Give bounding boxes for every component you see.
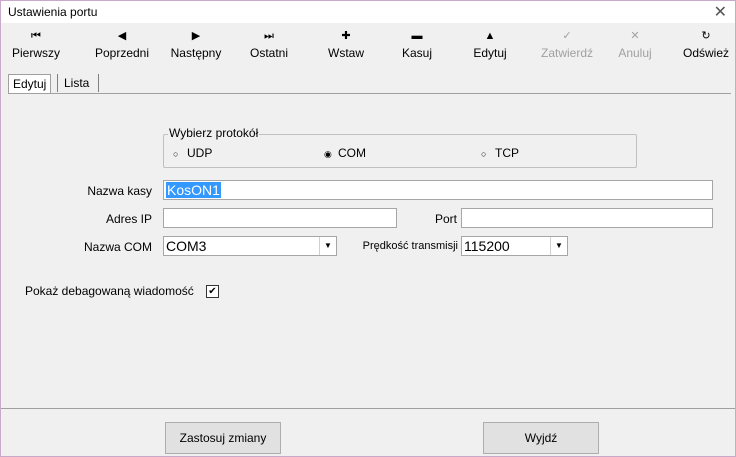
apply-changes-button[interactable]: Zastosuj zmiany	[165, 422, 281, 454]
confirm-icon: ✓	[562, 30, 572, 42]
com-value: COM3	[166, 238, 207, 254]
exit-button[interactable]: Wyjdź	[483, 422, 599, 454]
delete-label: Kasuj	[401, 46, 433, 60]
insert-button[interactable]: ✚ Wstaw	[323, 23, 369, 71]
port-label: Port	[434, 212, 457, 226]
delete-icon: ▬	[411, 30, 423, 42]
radio-udp[interactable]: ○ UDP	[173, 146, 212, 160]
next-icon: ▶	[191, 30, 201, 42]
previous-icon: ◀	[117, 30, 127, 42]
com-dropdown[interactable]: COM3 ▼	[163, 236, 337, 256]
cancel-icon: ✕	[630, 30, 640, 42]
speed-value: 115200	[464, 238, 510, 254]
tab-list[interactable]: Lista	[60, 74, 93, 92]
radio-com-label: COM	[338, 146, 366, 160]
check-icon: ✔	[208, 286, 217, 297]
next-label: Następny	[170, 46, 222, 60]
last-label: Ostatni	[249, 46, 288, 60]
radio-udp-label: UDP	[187, 146, 213, 160]
radio-tcp-label: TCP	[495, 146, 519, 160]
chevron-down-icon[interactable]: ▼	[550, 237, 567, 255]
com-label: Nazwa COM	[83, 240, 152, 254]
last-icon: ⏭	[264, 30, 274, 42]
port-settings-window: Ustawienia portu ✕ ⏮ Pierwszy ◀ Poprzedn…	[0, 0, 736, 457]
protocol-legend: Wybierz protokół	[168, 126, 260, 140]
radio-tcp-indicator: ○	[481, 149, 487, 159]
close-icon[interactable]: ✕	[714, 2, 727, 22]
refresh-icon: ↻	[701, 30, 711, 42]
footer-divider	[1, 408, 735, 409]
insert-label: Wstaw	[328, 46, 364, 60]
ip-field[interactable]	[163, 208, 397, 228]
cash-name-field[interactable]: KosON1	[163, 180, 713, 200]
cancel-label: Anuluj	[618, 46, 652, 60]
previous-button[interactable]: ◀ Poprzedni	[89, 23, 155, 71]
confirm-button[interactable]: ✓ Zatwierdź	[535, 23, 599, 71]
debug-checkbox-label: Pokaż debagowaną wiadomość	[25, 284, 194, 298]
next-button[interactable]: ▶ Następny	[165, 23, 227, 71]
speed-label: Prędkość transmisji	[362, 240, 458, 252]
tab-divider	[98, 74, 99, 92]
ip-label: Adres IP	[105, 212, 152, 226]
port-field[interactable]	[461, 208, 713, 228]
radio-com-indicator: ◉	[324, 149, 332, 159]
window-title: Ustawienia portu	[8, 5, 98, 19]
refresh-label: Odśwież	[682, 46, 729, 60]
previous-label: Poprzedni	[94, 46, 150, 60]
refresh-button[interactable]: ↻ Odśwież	[679, 23, 733, 71]
debug-checkbox[interactable]: ✔	[206, 285, 219, 298]
edit-button[interactable]: ▲ Edytuj	[467, 23, 513, 71]
insert-icon: ✚	[341, 30, 351, 42]
radio-com[interactable]: ◉ COM	[324, 146, 366, 160]
navigator-toolbar: ⏮ Pierwszy ◀ Poprzedni ▶ Następny ⏭ Osta…	[1, 23, 735, 71]
tab-edit[interactable]: Edytuj	[8, 74, 52, 94]
first-icon: ⏮	[31, 30, 41, 42]
cancel-button[interactable]: ✕ Anuluj	[613, 23, 657, 71]
cash-name-value: KosON1	[166, 182, 221, 198]
edit-label: Edytuj	[473, 46, 507, 60]
tab-divider	[57, 74, 58, 92]
tab-strip: Edytuj Lista	[1, 71, 735, 94]
chevron-down-icon[interactable]: ▼	[319, 237, 336, 255]
delete-button[interactable]: ▬ Kasuj	[397, 23, 437, 71]
confirm-label: Zatwierdź	[540, 46, 593, 60]
title-bar: Ustawienia portu ✕	[1, 1, 735, 23]
speed-dropdown[interactable]: 115200 ▼	[461, 236, 568, 256]
edit-icon: ▲	[484, 30, 496, 42]
radio-tcp[interactable]: ○ TCP	[481, 146, 519, 160]
first-button[interactable]: ⏮ Pierwszy	[11, 23, 61, 71]
radio-udp-indicator: ○	[173, 149, 179, 159]
cash-name-label: Nazwa kasy	[87, 184, 152, 198]
last-button[interactable]: ⏭ Ostatni	[243, 23, 295, 71]
first-label: Pierwszy	[11, 46, 60, 60]
